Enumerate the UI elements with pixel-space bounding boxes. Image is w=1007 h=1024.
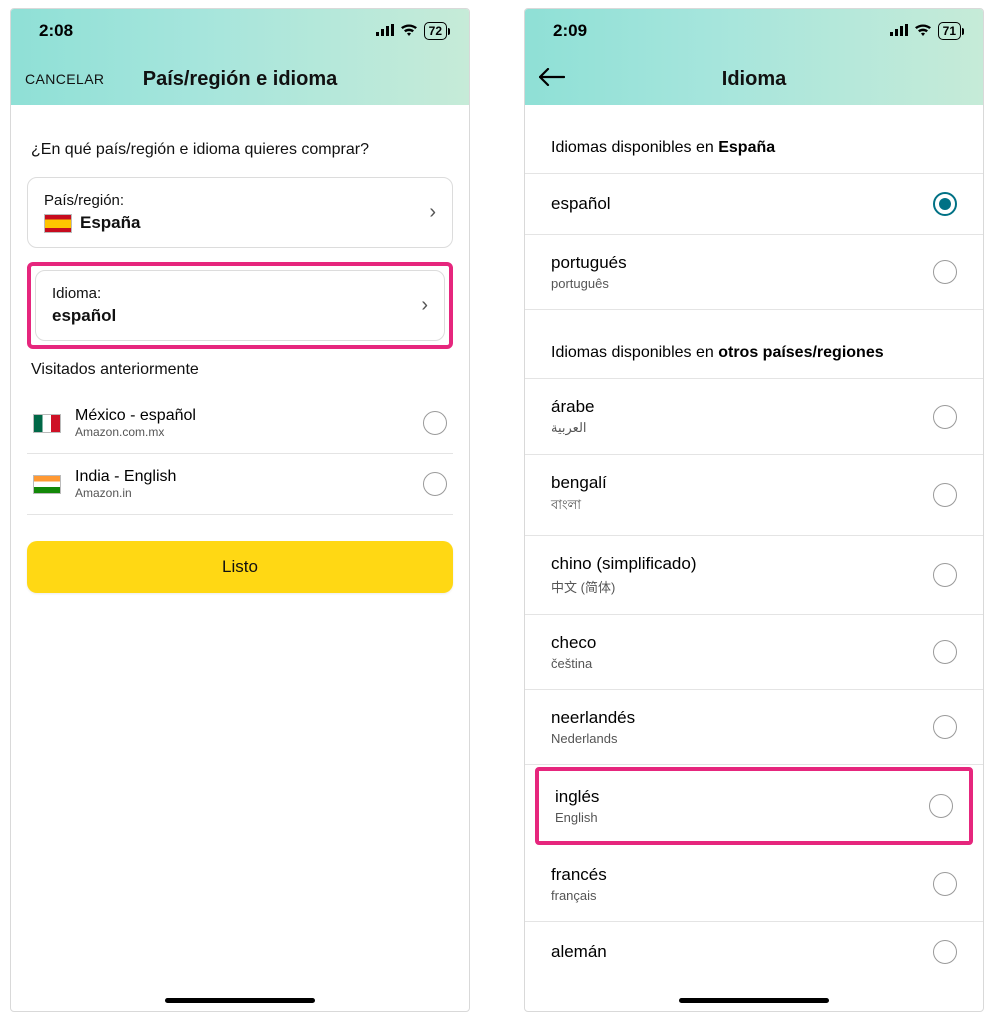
language-row-aleman[interactable]: alemán xyxy=(525,922,983,970)
language-row-chino[interactable]: chino (simplificado) 中文 (简体) xyxy=(525,536,983,615)
app-header: CANCELAR País/región e idioma xyxy=(11,53,469,105)
visited-item-mexico[interactable]: México - español Amazon.com.mx xyxy=(27,393,453,454)
language-row-checo[interactable]: checo čeština xyxy=(525,615,983,690)
prompt-text: ¿En qué país/región e idioma quieres com… xyxy=(31,141,449,159)
visited-name: México - español xyxy=(75,407,196,425)
phone-left: 2:08 72 CANCELAR País/región e idioma ¿E… xyxy=(10,8,470,1012)
visited-name: India - English xyxy=(75,468,176,486)
visited-sub: Amazon.com.mx xyxy=(75,425,196,439)
visited-sub: Amazon.in xyxy=(75,486,176,500)
country-label: País/región: xyxy=(44,192,140,209)
language-row-espanol[interactable]: español xyxy=(525,174,983,235)
status-time: 2:08 xyxy=(39,21,73,41)
radio-unselected[interactable] xyxy=(933,872,957,896)
radio-unselected[interactable] xyxy=(423,411,447,435)
chevron-right-icon: › xyxy=(421,294,428,317)
language-row-ingles-highlight: inglés English xyxy=(535,767,973,845)
visited-item-india[interactable]: India - English Amazon.in xyxy=(27,454,453,515)
home-indicator[interactable] xyxy=(679,998,829,1003)
language-row-frances[interactable]: francés français xyxy=(525,847,983,922)
visited-header: Visitados anteriormente xyxy=(31,361,449,379)
battery-icon: 71 xyxy=(938,22,961,40)
back-button[interactable] xyxy=(539,66,565,92)
radio-unselected[interactable] xyxy=(929,794,953,818)
language-row-arabe[interactable]: árabe العربية xyxy=(525,379,983,455)
language-card[interactable]: Idioma: español › xyxy=(35,270,445,341)
radio-unselected[interactable] xyxy=(423,472,447,496)
home-indicator[interactable] xyxy=(165,998,315,1003)
radio-unselected[interactable] xyxy=(933,260,957,284)
status-bar: 2:08 72 xyxy=(11,9,469,53)
status-indicators: 72 xyxy=(376,22,447,40)
page-title: Idioma xyxy=(525,68,983,91)
radio-selected[interactable] xyxy=(933,192,957,216)
main-content: ¿En qué país/región e idioma quieres com… xyxy=(11,141,469,593)
radio-unselected[interactable] xyxy=(933,640,957,664)
section-header-spain: Idiomas disponibles en España xyxy=(525,105,983,174)
app-header: Idioma xyxy=(525,53,983,105)
radio-unselected[interactable] xyxy=(933,940,957,964)
radio-unselected[interactable] xyxy=(933,563,957,587)
country-region-card[interactable]: País/región: España › xyxy=(27,177,453,248)
cancel-button[interactable]: CANCELAR xyxy=(25,71,104,87)
cellular-icon xyxy=(890,23,908,39)
status-indicators: 71 xyxy=(890,22,961,40)
language-row-bengali[interactable]: bengalí বাংলা xyxy=(525,455,983,536)
cellular-icon xyxy=(376,23,394,39)
language-row-neerlandes[interactable]: neerlandés Nederlands xyxy=(525,690,983,765)
chevron-right-icon: › xyxy=(429,201,436,224)
section-header-other: Idiomas disponibles en otros países/regi… xyxy=(525,310,983,379)
language-card-highlight: Idioma: español › xyxy=(27,262,453,349)
header-gradient: 2:09 71 Idioma xyxy=(525,9,983,105)
radio-unselected[interactable] xyxy=(933,483,957,507)
phone-right: 2:09 71 Idioma Idiomas disponibles en Es… xyxy=(524,8,984,1012)
battery-icon: 72 xyxy=(424,22,447,40)
language-label: Idioma: xyxy=(52,285,116,302)
flag-spain-icon xyxy=(44,214,72,233)
flag-mexico-icon xyxy=(33,414,61,433)
language-value: español xyxy=(52,306,116,326)
header-gradient: 2:08 72 CANCELAR País/región e idioma xyxy=(11,9,469,105)
radio-unselected[interactable] xyxy=(933,715,957,739)
status-bar: 2:09 71 xyxy=(525,9,983,53)
language-row-portugues[interactable]: portugués português xyxy=(525,235,983,310)
radio-unselected[interactable] xyxy=(933,405,957,429)
country-value: España xyxy=(80,213,140,233)
flag-india-icon xyxy=(33,475,61,494)
language-row-ingles[interactable]: inglés English xyxy=(539,771,969,841)
done-button[interactable]: Listo xyxy=(27,541,453,593)
main-content: Idiomas disponibles en España español po… xyxy=(525,105,983,970)
status-time: 2:09 xyxy=(553,21,587,41)
wifi-icon xyxy=(400,23,418,39)
wifi-icon xyxy=(914,23,932,39)
